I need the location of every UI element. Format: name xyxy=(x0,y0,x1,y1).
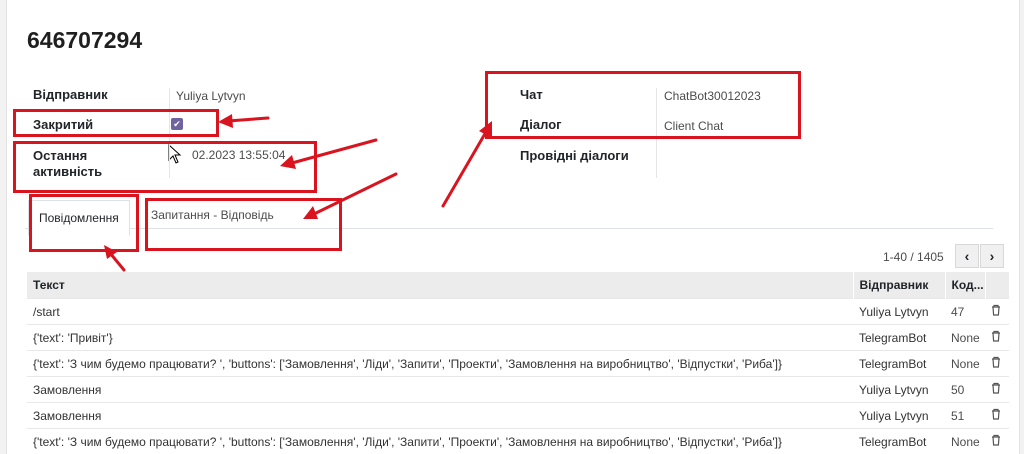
checkbox-checked-icon: ✔ xyxy=(173,119,181,129)
sender-value[interactable]: Yuliya Lytvyn xyxy=(176,86,246,106)
dialog-label: Діалог xyxy=(520,117,562,132)
last-activity-value[interactable]: 02.2023 13:55:04 xyxy=(192,145,285,165)
row-delete-button[interactable] xyxy=(985,402,1009,429)
tab-messages[interactable]: Повідомлення xyxy=(28,200,130,236)
column-header-text[interactable]: Текст xyxy=(27,272,854,299)
table-row[interactable]: Замовлення Yuliya Lytvyn 51 xyxy=(27,402,1009,429)
row-delete-button[interactable] xyxy=(985,350,1009,377)
cell-sender[interactable]: Yuliya Lytvyn xyxy=(853,402,945,429)
cell-text[interactable]: Замовлення xyxy=(27,376,853,403)
pager-previous-button[interactable]: ‹ xyxy=(955,244,979,268)
cell-code[interactable]: None xyxy=(945,428,985,454)
trash-icon xyxy=(992,382,1000,394)
table-header-row: Текст Відправник Код... xyxy=(27,272,1010,299)
row-delete-button[interactable] xyxy=(985,376,1009,403)
messages-table: Текст Відправник Код... /start Yuliya Ly… xyxy=(27,272,1010,454)
tab-question-answer[interactable]: Запитання - Відповідь xyxy=(151,206,274,224)
table-row[interactable]: Замовлення Yuliya Lytvyn 50 xyxy=(27,376,1009,403)
column-header-code[interactable]: Код... xyxy=(945,272,986,299)
record-title: 646707294 xyxy=(27,27,143,53)
cell-sender[interactable]: TelegramBot xyxy=(853,428,945,454)
cell-sender[interactable]: Yuliya Lytvyn xyxy=(853,298,945,325)
cell-sender[interactable]: TelegramBot xyxy=(853,324,945,351)
cell-sender[interactable]: TelegramBot xyxy=(853,350,945,377)
column-header-sender[interactable]: Відправник xyxy=(853,272,946,299)
cell-text[interactable]: /start xyxy=(27,298,853,325)
right-group-divider xyxy=(656,88,657,178)
cell-code[interactable]: None xyxy=(945,324,985,351)
chat-label: Чат xyxy=(520,87,543,102)
pager-next-button[interactable]: › xyxy=(980,244,1004,268)
chevron-right-icon: › xyxy=(989,248,995,264)
trash-icon xyxy=(992,434,1000,446)
pager-value[interactable]: 1-40 / 1405 xyxy=(883,248,944,266)
trash-icon xyxy=(992,304,1000,316)
table-row[interactable]: /start Yuliya Lytvyn 47 xyxy=(27,298,1009,325)
closed-label: Закритий xyxy=(33,117,94,132)
trash-icon xyxy=(992,330,1000,342)
last-activity-label-line2: активність xyxy=(33,164,103,179)
cell-text[interactable]: Замовлення xyxy=(27,402,853,429)
cell-text[interactable]: {'text': 'З чим будемо працювати? ', 'bu… xyxy=(27,350,853,377)
row-delete-button[interactable] xyxy=(985,324,1009,351)
table-row[interactable]: {'text': 'З чим будемо працювати? ', 'bu… xyxy=(27,428,1009,454)
column-header-actions xyxy=(985,272,1010,299)
chat-value[interactable]: ChatBot30012023 xyxy=(664,86,761,106)
trash-icon xyxy=(992,356,1000,368)
row-delete-button[interactable] xyxy=(985,428,1009,454)
lead-dialogs-label: Провідні діалоги xyxy=(520,148,629,163)
mouse-cursor-icon xyxy=(168,144,182,164)
cell-code[interactable]: 47 xyxy=(945,298,985,325)
row-delete-button[interactable] xyxy=(985,298,1009,325)
cell-code[interactable]: None xyxy=(945,350,985,377)
cell-code[interactable]: 50 xyxy=(945,376,985,403)
dialog-value[interactable]: Client Chat xyxy=(664,116,723,136)
sender-label: Відправник xyxy=(33,87,108,102)
table-row[interactable]: {'text': 'Привіт'} TelegramBot None xyxy=(27,324,1009,351)
cell-sender[interactable]: Yuliya Lytvyn xyxy=(853,376,945,403)
cell-text[interactable]: {'text': 'З чим будемо працювати? ', 'bu… xyxy=(27,428,853,454)
left-group-divider xyxy=(169,88,170,178)
tabs-divider xyxy=(25,228,993,229)
table-row[interactable]: {'text': 'З чим будемо працювати? ', 'bu… xyxy=(27,350,1009,377)
trash-icon xyxy=(992,408,1000,420)
cell-code[interactable]: 51 xyxy=(945,402,985,429)
cell-text[interactable]: {'text': 'Привіт'} xyxy=(27,324,853,351)
chevron-left-icon: ‹ xyxy=(964,248,970,264)
closed-checkbox[interactable]: ✔ xyxy=(171,118,183,130)
